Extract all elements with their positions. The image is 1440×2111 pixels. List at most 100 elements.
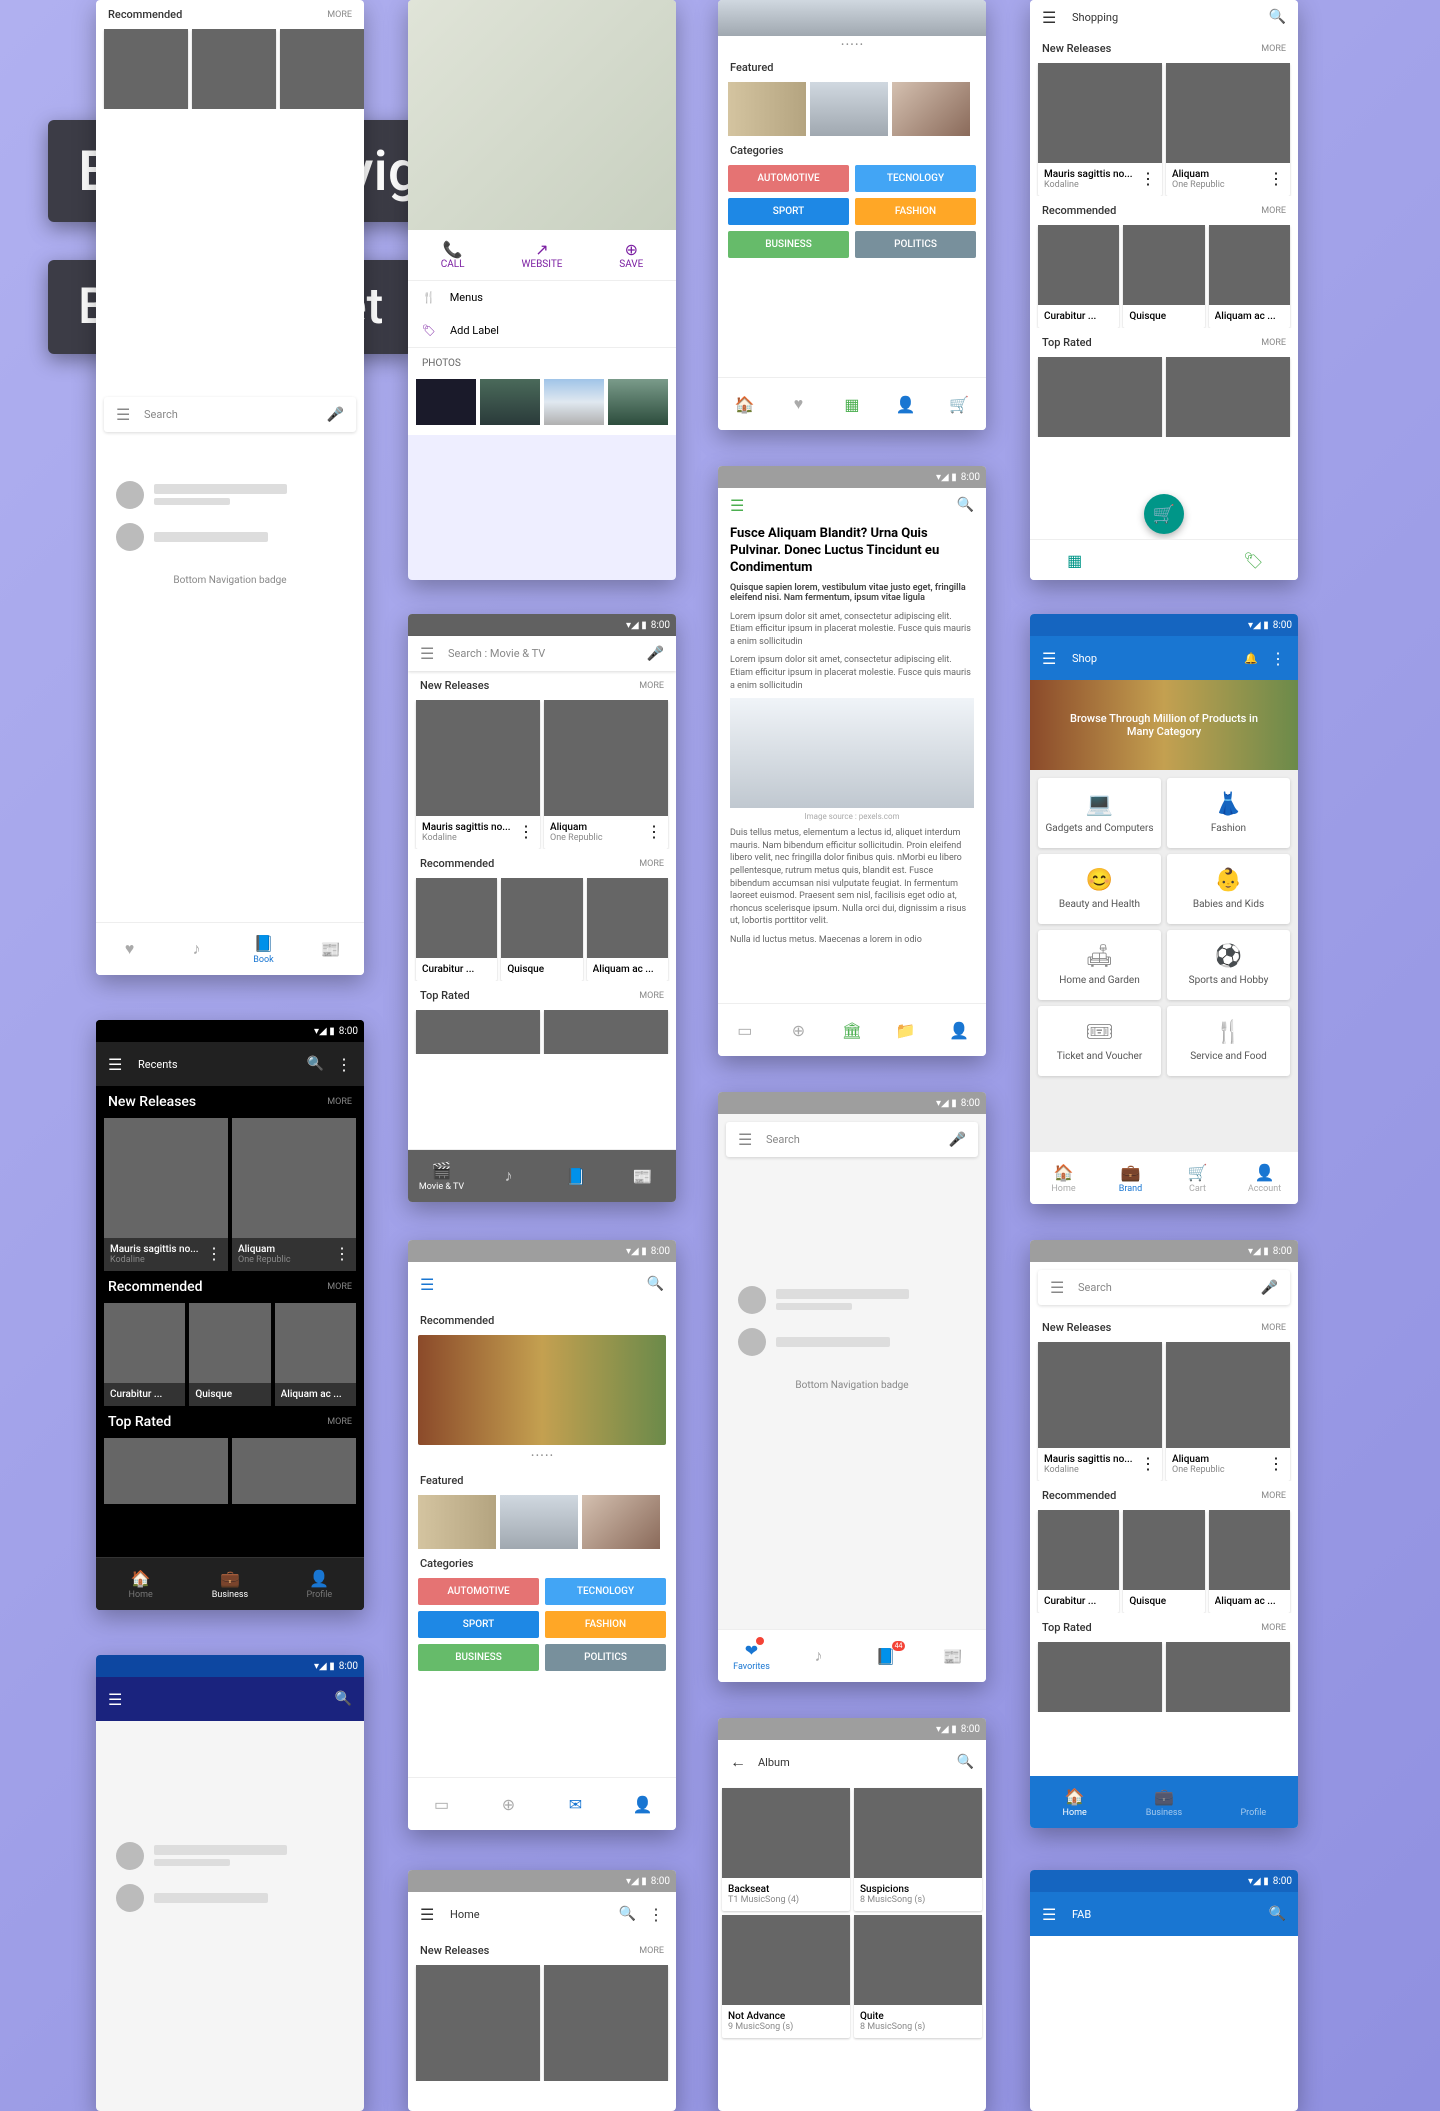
cat-ticket[interactable]: 🎟Ticket and Voucher <box>1038 1006 1161 1076</box>
card-menu-icon[interactable] <box>518 822 534 843</box>
card[interactable] <box>1038 357 1162 437</box>
card[interactable] <box>1166 1642 1290 1712</box>
card[interactable]: Mauris sagittis no...Kodaline <box>1038 63 1162 196</box>
nav-favorites[interactable]: ♥ <box>96 923 163 975</box>
nav-news2[interactable]: 📰 <box>609 1150 676 1202</box>
card[interactable]: Quisque <box>1123 225 1204 328</box>
nav-brand[interactable]: 💼Brand <box>1097 1152 1164 1204</box>
menu-icon[interactable] <box>108 1690 126 1709</box>
cat-fashion[interactable]: FASHION <box>545 1611 666 1638</box>
cat-automotive[interactable]: AUTOMOTIVE <box>418 1578 539 1605</box>
action-website[interactable]: ↗WEBSITE <box>497 240 586 270</box>
card-menu-icon[interactable] <box>1268 169 1284 190</box>
card[interactable] <box>232 1438 356 1504</box>
cat-automotive[interactable]: AUTOMOTIVE <box>728 165 849 192</box>
search-icon[interactable] <box>1269 9 1286 25</box>
thumb[interactable] <box>418 1495 496 1549</box>
hero-image[interactable] <box>418 1335 666 1445</box>
nav-b[interactable]: ⊕ <box>772 1004 826 1056</box>
cat-home[interactable]: 🛋Home and Garden <box>1038 930 1161 1000</box>
card-menu-icon[interactable] <box>334 1244 350 1265</box>
card[interactable]: AliquamOne Republic <box>544 700 668 849</box>
card[interactable] <box>104 1438 228 1504</box>
more-icon[interactable] <box>648 1905 664 1924</box>
menu-icon[interactable] <box>1042 1905 1060 1924</box>
card[interactable] <box>544 1010 668 1054</box>
nav-cart[interactable]: 🛒Cart <box>1164 1152 1231 1204</box>
search-icon[interactable] <box>619 1906 636 1922</box>
nav-d[interactable]: 📁 <box>879 1004 933 1056</box>
back-icon[interactable] <box>730 1752 746 1772</box>
nav-tag[interactable]: 🏷 <box>1209 540 1298 580</box>
card[interactable]: Aliquam ac ... <box>1209 225 1290 328</box>
search-icon[interactable] <box>335 1691 352 1707</box>
nav-business[interactable]: 💼Business <box>185 1558 274 1610</box>
thumb[interactable] <box>582 1495 660 1549</box>
search-icon[interactable] <box>957 1754 974 1770</box>
card[interactable]: Aliquam ac ... <box>275 1303 356 1406</box>
thumb[interactable] <box>728 82 806 136</box>
card[interactable]: Curabitur ... <box>1038 225 1119 328</box>
card[interactable]: AliquamOne Republic <box>1166 63 1290 196</box>
nav-account[interactable]: 👤Account <box>1231 1152 1298 1204</box>
menu-icon[interactable] <box>730 496 748 515</box>
search-bar[interactable]: Search <box>104 397 356 432</box>
cat-beauty[interactable]: 😊Beauty and Health <box>1038 854 1161 924</box>
nav-home[interactable]: 🏠Home <box>1030 1152 1097 1204</box>
nav-tab3[interactable]: ✉ <box>542 1778 609 1830</box>
mic-icon[interactable] <box>327 407 344 423</box>
nav-music[interactable]: ♪ <box>785 1630 852 1682</box>
album-card[interactable]: BackseatT1 MusicSong (4) <box>722 1788 850 1911</box>
menu-icon[interactable] <box>738 1130 756 1149</box>
cat-gadgets[interactable]: 💻Gadgets and Computers <box>1038 778 1161 848</box>
search-icon[interactable] <box>307 1056 324 1072</box>
card[interactable] <box>416 1965 540 2081</box>
card[interactable] <box>416 1010 540 1054</box>
menu-icon[interactable] <box>1042 649 1060 668</box>
album-card[interactable]: Suspicions8 MusicSong (s) <box>854 1788 982 1911</box>
card[interactable] <box>544 1965 668 2081</box>
cat-fashion[interactable]: FASHION <box>855 198 976 225</box>
card[interactable]: Aliquam ac ... <box>1209 1510 1290 1613</box>
card[interactable] <box>1166 357 1290 437</box>
cat-fashion[interactable]: 👗Fashion <box>1167 778 1290 848</box>
nav-home[interactable]: 🏠 <box>718 378 772 430</box>
nav-fav[interactable]: ♥ <box>772 378 826 430</box>
cat-babies[interactable]: 👶Babies and Kids <box>1167 854 1290 924</box>
card[interactable]: Quisque <box>189 1303 270 1406</box>
nav-book[interactable]: 📘44 <box>852 1630 919 1682</box>
mic-icon[interactable] <box>1261 1280 1278 1296</box>
menu-icon[interactable] <box>108 1055 126 1074</box>
nav-e[interactable]: 👤 <box>932 1004 986 1056</box>
card-menu-icon[interactable] <box>646 822 662 843</box>
cat-business[interactable]: BUSINESS <box>418 1644 539 1671</box>
search-bar[interactable]: Search : Movie & TV <box>408 636 676 671</box>
card[interactable]: Curabitur ... <box>1038 1510 1119 1613</box>
card[interactable]: Mauris sagittis no...Kodaline <box>1038 1342 1162 1481</box>
search-icon[interactable] <box>647 1276 664 1292</box>
nav-user[interactable]: 👤 <box>879 378 933 430</box>
nav-grid[interactable]: ▦ <box>1030 540 1119 580</box>
card[interactable]: Curabitur ... <box>104 1303 185 1406</box>
nav-cart[interactable]: 🛒 <box>932 378 986 430</box>
card[interactable] <box>192 29 276 109</box>
nav-tab1[interactable]: ▭ <box>408 1778 475 1830</box>
album-card[interactable]: Not Advance9 MusicSong (s) <box>722 1915 850 2038</box>
search-bar[interactable]: Search <box>726 1122 978 1157</box>
card[interactable]: Mauris sagittis no...Kodaline <box>104 1118 228 1271</box>
nav-news[interactable]: 📰 <box>297 923 364 975</box>
more-icon[interactable] <box>336 1055 352 1074</box>
search-icon[interactable] <box>1269 1906 1286 1922</box>
cat-tecnology[interactable]: TECNOLOGY <box>855 165 976 192</box>
mic-icon[interactable] <box>647 646 664 662</box>
thumb[interactable] <box>892 82 970 136</box>
card[interactable] <box>1038 1642 1162 1712</box>
cat-business[interactable]: BUSINESS <box>728 231 849 258</box>
nav-music[interactable]: ♪ <box>163 923 230 975</box>
thumb[interactable] <box>480 379 540 425</box>
nav-profile[interactable]: 👤Profile <box>275 1558 364 1610</box>
nav-movie[interactable]: 🎬Movie & TV <box>408 1150 475 1202</box>
action-call[interactable]: 📞CALL <box>408 240 497 270</box>
nav-a[interactable]: ▭ <box>718 1004 772 1056</box>
menu-icon[interactable] <box>420 644 438 663</box>
